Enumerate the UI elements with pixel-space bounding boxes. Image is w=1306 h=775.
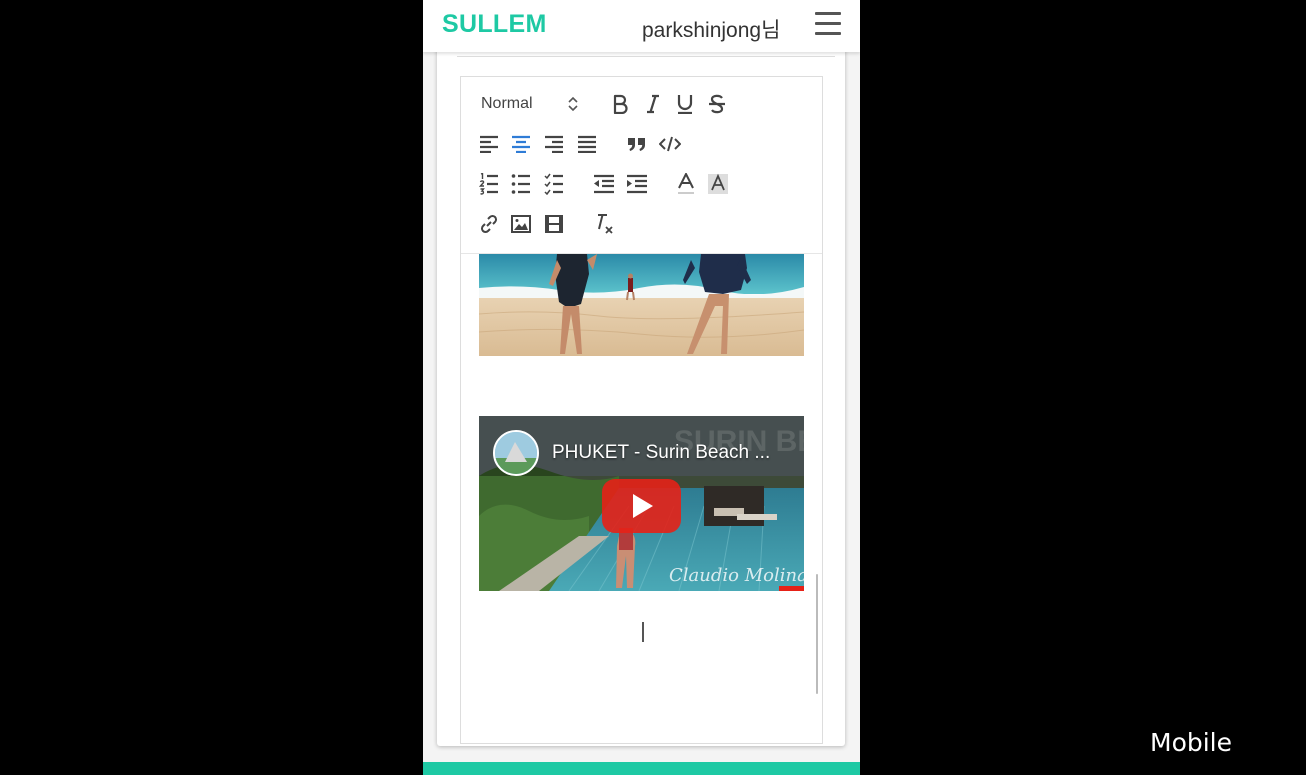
align-right-icon[interactable] (542, 133, 566, 155)
editor-content-area[interactable]: SURIN BEACH Claudio Molina PHUKET - Suri… (461, 254, 822, 743)
code-block-icon[interactable] (657, 133, 683, 155)
video-icon[interactable] (542, 213, 566, 235)
username-label[interactable]: parkshinjong님 (642, 14, 780, 44)
overlay-mobile-label: Mobile (1150, 728, 1233, 757)
align-left-icon[interactable] (477, 133, 501, 155)
embedded-youtube-video[interactable]: SURIN BEACH Claudio Molina PHUKET - Suri… (479, 416, 804, 591)
rich-text-editor: Normal SURIN B Claudio Molina PHUKET - S… (460, 76, 823, 744)
beach-photo[interactable] (478, 254, 805, 356)
font-color-icon[interactable] (674, 173, 698, 195)
bold-icon[interactable] (609, 93, 631, 115)
link-icon[interactable] (477, 213, 501, 235)
indent-decrease-icon[interactable] (591, 173, 617, 195)
format-select-value: Normal (481, 95, 533, 112)
youtube-play-icon[interactable] (602, 479, 681, 533)
strike-icon[interactable] (706, 93, 728, 115)
top-navigation-bar: SULLEM parkshinjong님 (423, 0, 860, 52)
channel-avatar[interactable] (493, 430, 539, 476)
align-justify-icon[interactable] (575, 133, 599, 155)
background-color-icon[interactable] (706, 173, 730, 195)
indent-increase-icon[interactable] (624, 173, 650, 195)
align-center-icon[interactable] (509, 133, 533, 155)
video-title[interactable]: PHUKET - Surin Beach ... (552, 442, 770, 464)
bottom-accent-bar (423, 762, 860, 775)
image-icon[interactable] (509, 213, 533, 235)
header-format-select[interactable]: Normal (481, 93, 581, 115)
bullet-list-icon[interactable] (509, 173, 533, 195)
clear-format-icon[interactable] (591, 213, 617, 235)
video-signature: Claudio Molina (669, 565, 804, 586)
hamburger-menu-icon[interactable] (815, 12, 841, 36)
text-cursor (642, 622, 644, 642)
blockquote-icon[interactable] (625, 133, 649, 155)
italic-icon[interactable] (642, 93, 664, 115)
editor-toolbar: Normal (461, 77, 822, 254)
ordered-list-icon[interactable] (477, 173, 501, 195)
check-list-icon[interactable] (542, 173, 566, 195)
site-logo[interactable]: SULLEM (442, 10, 547, 39)
mobile-viewport: SULLEM parkshinjong님 Normal SURIN B Clau… (423, 0, 860, 775)
select-arrows-icon (568, 96, 578, 112)
underline-icon[interactable] (674, 93, 696, 115)
editor-scrollbar[interactable] (816, 574, 818, 694)
post-card: Normal SURIN B Claudio Molina PHUKET - S… (437, 40, 845, 746)
beach-photo-graphic (478, 254, 805, 356)
title-field-underline (457, 56, 835, 57)
